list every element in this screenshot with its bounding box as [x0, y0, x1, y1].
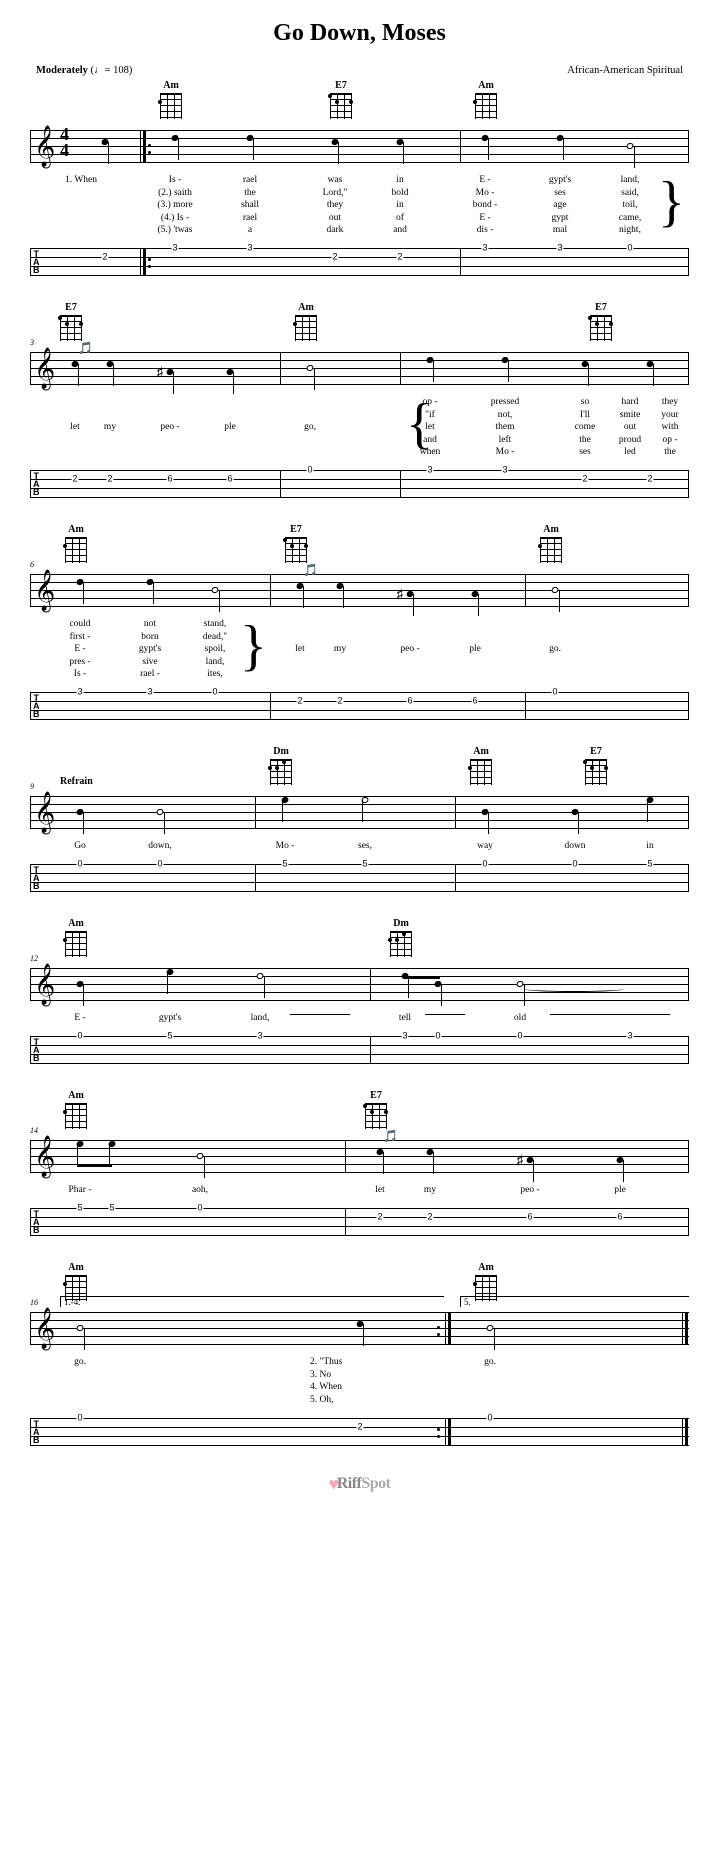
staff: 6 𝄞 🎵 ♯ [30, 570, 689, 616]
repeat-end-icon [437, 1322, 440, 1340]
tab-clef-icon: TAB [33, 1038, 40, 1062]
tablature: TAB 0 0 5 5 0 0 5 [30, 860, 689, 900]
chord-E7: E7 [590, 302, 612, 341]
treble-clef-icon: 𝄞 [34, 345, 55, 391]
treble-clef-icon: 𝄞 [34, 567, 55, 613]
chord-E7: E7 [585, 746, 607, 785]
system-4: Refrain Dm Am E7 9 𝄞 [30, 746, 689, 900]
lyrics: op - pressed so hard they "if not, I'll … [30, 396, 689, 460]
lyrics: could not stand, first - born dead," E -… [30, 618, 689, 682]
time-signature: 44 [60, 126, 69, 158]
volta-1-4: 1.-4. [60, 1296, 444, 1307]
treble-clef-icon: 𝄞 [34, 1305, 55, 1351]
sheet-music-page: Go Down, Moses Moderately (♩= 108) Afric… [0, 0, 719, 1503]
song-title: Go Down, Moses [30, 20, 689, 47]
chord-Am: Am [540, 524, 562, 563]
lyrics: E - gypt's land, tell old [30, 1012, 689, 1026]
system-3: Am E7 Am 6 𝄞 🎵 ♯ [30, 524, 689, 728]
treble-clef-icon: 𝄞 [34, 1133, 55, 1179]
staff: 16 1.-4. 5. 𝄞 [30, 1308, 689, 1354]
chord-E7: E7 [60, 302, 82, 341]
watermark: ♥RiffSpot [30, 1472, 689, 1493]
section-refrain: Refrain [60, 776, 93, 787]
chord-Am: Am [65, 524, 87, 563]
staff: 14 𝄞 🎵 ♯ [30, 1136, 689, 1182]
chord-Am: Am [295, 302, 317, 341]
chord-Dm: Dm [270, 746, 292, 785]
system-6: Am E7 14 𝄞 🎵 ♯ [30, 1090, 689, 1244]
tab-clef-icon: TAB [33, 1210, 40, 1234]
tablature: TAB 3 3 0 2 2 6 6 0 [30, 688, 689, 728]
heart-icon: ♥ [329, 1474, 339, 1495]
header-row: Moderately (♩= 108) African-American Spi… [30, 65, 689, 76]
chord-Am: Am [65, 1090, 87, 1129]
tempo-marking: Moderately (♩= 108) [36, 65, 132, 76]
treble-clef-icon: 𝄞 [34, 961, 55, 1007]
system-5: Am Dm 12 𝄞 [30, 918, 689, 1072]
staff: 3 𝄞 🎵 ♯ [30, 348, 689, 394]
tab-clef-icon: TAB [33, 866, 40, 890]
lyrics: Phar - aoh, let my peo - ple [30, 1184, 689, 1198]
tablature: TAB 2 3 3 2 2 3 3 0 [30, 244, 689, 284]
tab-clef-icon: TAB [33, 472, 40, 496]
composer: African-American Spiritual [567, 65, 683, 76]
brace-icon: } [240, 618, 267, 674]
tablature: TAB 5 5 0 2 2 6 6 [30, 1204, 689, 1244]
chord-Am: Am [475, 80, 497, 119]
tablature: TAB 0 2 0 [30, 1414, 689, 1454]
staff: 12 𝄞 [30, 964, 689, 1010]
chord-Am: Am [65, 918, 87, 957]
chord-Am: Am [470, 746, 492, 785]
tab-clef-icon: TAB [33, 694, 40, 718]
lyrics: 1. When Is - rael was in E - gypt's land… [30, 174, 689, 238]
tab-clef-icon: TAB [33, 1420, 40, 1444]
lyrics: Go down, Mo - ses, way down in [30, 840, 689, 854]
chord-Dm: Dm [390, 918, 412, 957]
tab-clef-icon: TAB [33, 250, 40, 274]
volta-5: 5. [460, 1296, 689, 1307]
system-7: Am Am 16 1.-4. 5. 𝄞 [30, 1262, 689, 1454]
tablature: TAB 0 5 3 3 0 0 3 [30, 1032, 689, 1072]
chord-E7: E7 [285, 524, 307, 563]
treble-clef-icon: 𝄞 [34, 789, 55, 835]
brace-icon: { [406, 396, 433, 452]
treble-clef-icon: 𝄞 [34, 123, 55, 169]
brace-icon: } [658, 174, 685, 230]
staff: 9 𝄞 [30, 792, 689, 838]
lyrics: go. 2. "Thus go. 3. No 4. When 5. Oh, [30, 1356, 689, 1408]
repeat-start-icon [148, 140, 151, 158]
chord-E7: E7 [330, 80, 352, 119]
chord-Am: Am [160, 80, 182, 119]
system-2: E7 Am E7 3 𝄞 🎵 ♯ [30, 302, 689, 506]
system-1: Am E7 Am 𝄞 44 [30, 80, 689, 284]
staff: 𝄞 44 [30, 126, 689, 172]
tablature: TAB 2 2 6 6 0 3 3 2 2 [30, 466, 689, 506]
chord-E7: E7 [365, 1090, 387, 1129]
